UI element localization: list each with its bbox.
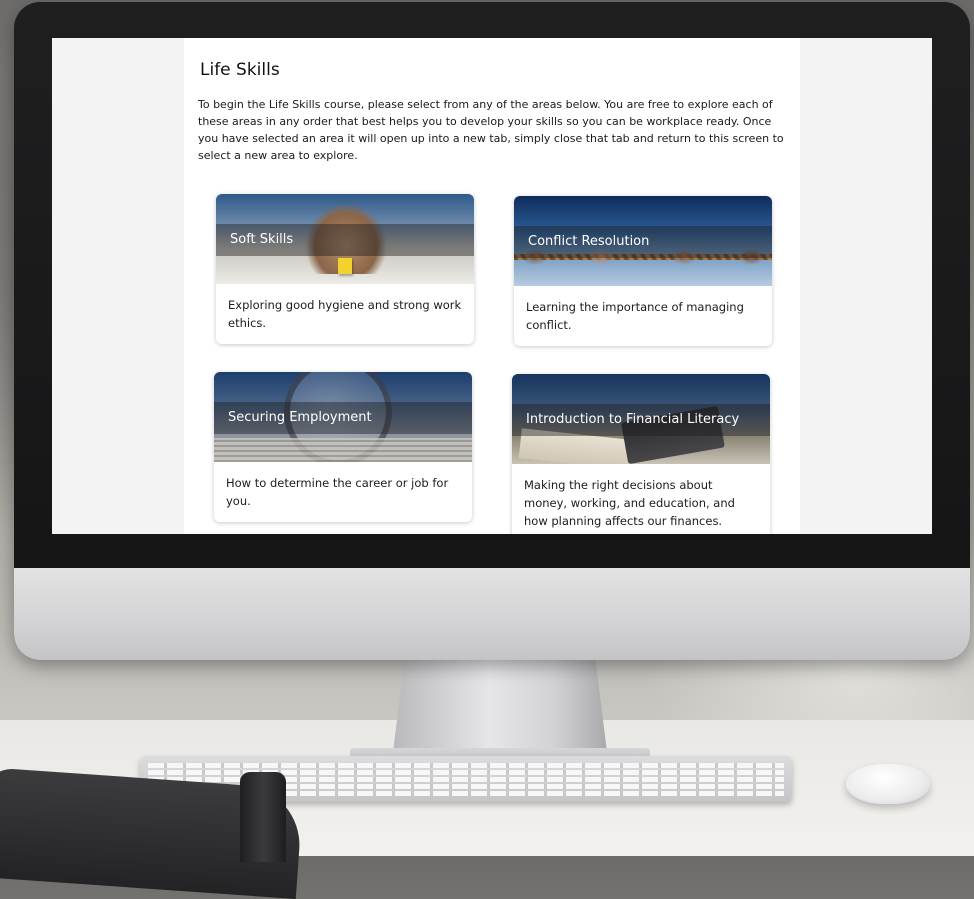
card-title: Introduction to Financial Literacy (512, 404, 770, 436)
card-soft-skills[interactable]: Soft Skills Exploring good hygiene and s… (216, 194, 474, 344)
chair-knob (240, 772, 286, 862)
card-securing-employment[interactable]: Securing Employment How to determine the… (214, 372, 472, 522)
newspaper-image-detail (214, 438, 472, 462)
card-description: Making the right decisions about money, … (524, 478, 735, 528)
yellow-block-image-detail (338, 258, 352, 274)
card-title: Conflict Resolution (514, 226, 772, 258)
soft-skills-image: Soft Skills (216, 194, 474, 284)
financial-literacy-image: Introduction to Financial Literacy (512, 374, 770, 464)
securing-employment-image: Securing Employment (214, 372, 472, 462)
monitor-screen: Life Skills To begin the Life Skills cou… (52, 38, 932, 534)
monitor-stand (392, 656, 608, 760)
intro-text: To begin the Life Skills course, please … (198, 98, 784, 162)
monitor-chin (14, 568, 970, 660)
card-description: Exploring good hygiene and strong work e… (228, 298, 462, 330)
mouse (846, 764, 930, 804)
card-title: Securing Employment (214, 402, 472, 434)
course-page: Life Skills To begin the Life Skills cou… (184, 38, 800, 534)
card-description: Learning the importance of managing conf… (526, 300, 744, 332)
page-title: Life Skills (200, 60, 280, 80)
card-financial-literacy[interactable]: Introduction to Financial Literacy Makin… (512, 374, 770, 534)
card-conflict-resolution[interactable]: Conflict Resolution Learning the importa… (514, 196, 772, 346)
card-description: How to determine the career or job for y… (226, 476, 449, 508)
card-title: Soft Skills (216, 224, 474, 256)
conflict-resolution-image: Conflict Resolution (514, 196, 772, 286)
